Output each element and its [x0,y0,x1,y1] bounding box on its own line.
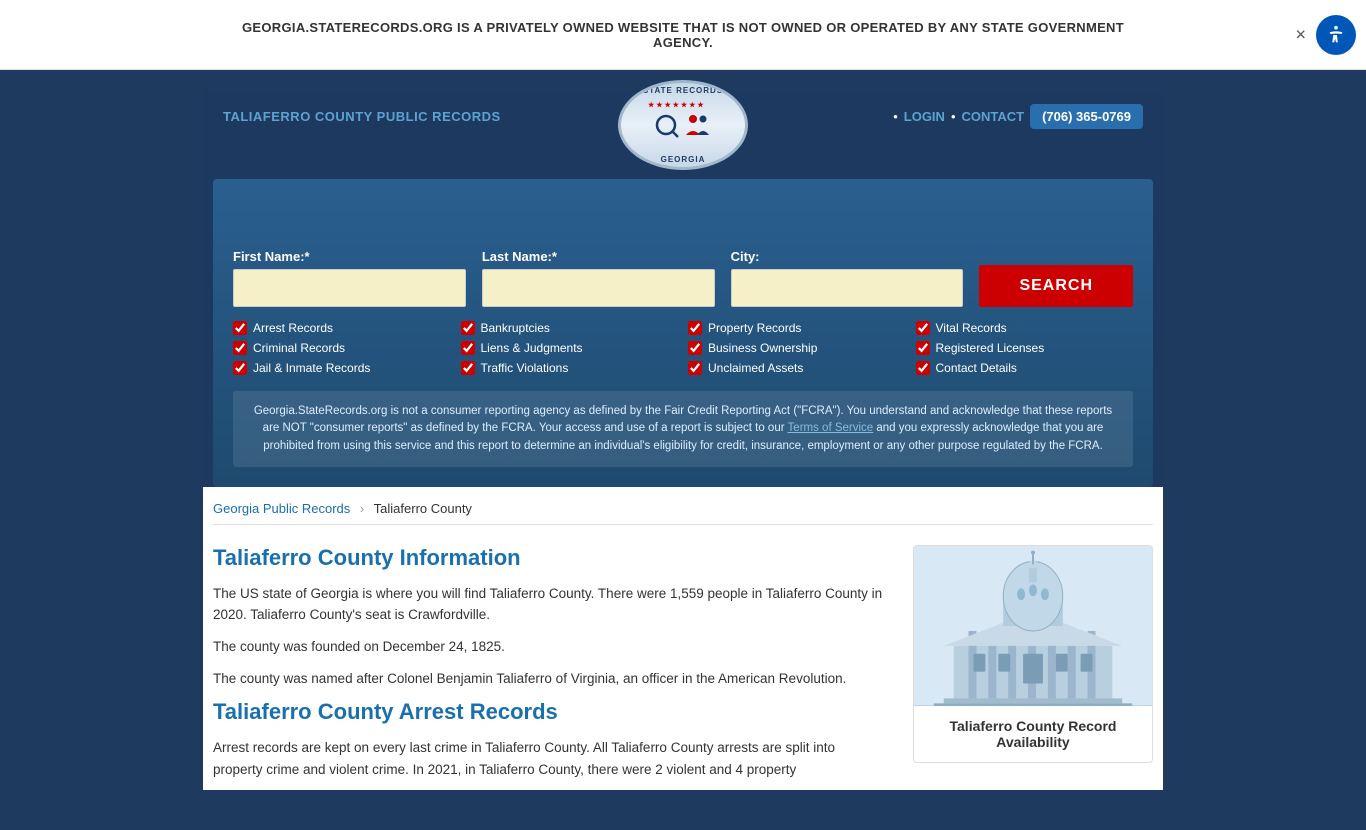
dot2: • [951,109,956,124]
capitol-building-svg [914,546,1152,706]
checkbox-item: Unclaimed Assets [688,361,906,375]
breadcrumb-current: Taliaferro County [374,501,472,516]
site-title: TALIAFERRO COUNTY PUBLIC RECORDS [223,109,501,124]
sidebar-column: Taliaferro County Record Availability [913,545,1153,791]
content-area: Georgia Public Records › Taliaferro Coun… [203,487,1163,791]
first-name-group: First Name:* [233,249,466,307]
checkbox-label: Bankruptcies [481,321,550,335]
checkbox-registered-licenses[interactable] [916,341,930,355]
breadcrumb: Georgia Public Records › Taliaferro Coun… [213,487,1153,525]
checkbox-item: Arrest Records [233,321,451,335]
checkbox-item: Contact Details [916,361,1134,375]
breadcrumb-parent-link[interactable]: Georgia Public Records [213,501,350,516]
checkbox-label: Business Ownership [708,341,817,355]
last-name-label: Last Name:* [482,249,715,264]
checkbox-traffic-violations[interactable] [461,361,475,375]
phone-button[interactable]: (706) 365-0769 [1030,104,1143,129]
section1-p2: The county was founded on December 24, 1… [213,636,883,658]
dot1: • [893,109,898,124]
section2-title: Taliaferro County Arrest Records [213,699,883,725]
checkbox-bankruptcies[interactable] [461,321,475,335]
checkbox-item: Property Records [688,321,906,335]
checkbox-business-ownership[interactable] [688,341,702,355]
main-column: Taliaferro County Information The US sta… [213,545,883,791]
contact-link[interactable]: CONTACT [962,109,1025,124]
search-button[interactable]: SEARCH [979,265,1133,307]
section2-p1: Arrest records are kept on every last cr… [213,737,883,780]
checkbox-unclaimed-assets[interactable] [688,361,702,375]
site-logo: STATE RECORDS ★ ★ ★ ★ ★ ★ ★ [618,80,748,170]
checkbox-label: Criminal Records [253,341,345,355]
close-banner-button[interactable]: × [1295,24,1306,45]
checkbox-label: Vital Records [936,321,1007,335]
first-name-label: First Name:* [233,249,466,264]
section1-p1: The US state of Georgia is where you wil… [213,583,883,626]
search-form-area: First Name:* Last Name:* City: SEARCH Ar… [213,179,1153,487]
accessibility-button[interactable] [1316,15,1356,55]
checkbox-label: Contact Details [936,361,1017,375]
checkbox-arrest-records[interactable] [233,321,247,335]
main-wrapper: TALIAFERRO COUNTY PUBLIC RECORDS • LOGIN… [0,70,1366,830]
checkbox-property-records[interactable] [688,321,702,335]
city-label: City: [731,249,964,264]
section1-title: Taliaferro County Information [213,545,883,571]
checkbox-item: Criminal Records [233,341,451,355]
checkbox-item: Liens & Judgments [461,341,679,355]
checkbox-label: Traffic Violations [481,361,569,375]
checkboxes-grid: Arrest Records Bankruptcies Property Recor… [233,321,1133,375]
checkbox-liens-&-judgments[interactable] [461,341,475,355]
checkbox-label: Registered Licenses [936,341,1045,355]
section1-p3: The county was named after Colonel Benja… [213,668,883,690]
checkbox-item: Vital Records [916,321,1134,335]
checkbox-label: Jail & Inmate Records [253,361,370,375]
header-nav: • LOGIN • CONTACT (706) 365-0769 [893,104,1143,129]
checkbox-item: Jail & Inmate Records [233,361,451,375]
tos-link[interactable]: Terms of Service [788,422,874,434]
logo-container: STATE RECORDS ★ ★ ★ ★ ★ ★ ★ [618,80,748,170]
sidebar-record-card: Taliaferro County Record Availability [913,545,1153,763]
sidebar-card-title: Taliaferro County Record Availability [914,706,1152,762]
top-banner: GEORGIA.STATERECORDS.ORG IS A PRIVATELY … [0,0,1366,70]
breadcrumb-separator: › [360,501,364,516]
search-card: TALIAFERRO COUNTY PUBLIC RECORDS • LOGIN… [203,90,1163,487]
checkbox-item: Registered Licenses [916,341,1134,355]
first-name-input[interactable] [233,269,466,307]
logo-bottom-text: GEORGIA [661,155,706,164]
city-group: City: [731,249,964,307]
logo-svg: ★ ★ ★ ★ ★ ★ ★ [638,97,728,147]
login-link[interactable]: LOGIN [904,109,945,124]
checkbox-item: Traffic Violations [461,361,679,375]
checkbox-criminal-records[interactable] [233,341,247,355]
sidebar-card-image [914,546,1152,706]
accessibility-icon [1325,24,1347,46]
last-name-group: Last Name:* [482,249,715,307]
disclaimer: Georgia.StateRecords.org is not a consum… [233,391,1133,467]
checkbox-vital-records[interactable] [916,321,930,335]
checkbox-label: Property Records [708,321,801,335]
checkbox-label: Unclaimed Assets [708,361,803,375]
checkbox-item: Business Ownership [688,341,906,355]
checkbox-label: Liens & Judgments [481,341,583,355]
last-name-input[interactable] [482,269,715,307]
banner-text: GEORGIA.STATERECORDS.ORG IS A PRIVATELY … [233,20,1133,50]
form-row: First Name:* Last Name:* City: SEARCH [233,249,1133,307]
svg-text:★ ★ ★ ★ ★ ★ ★: ★ ★ ★ ★ ★ ★ ★ [648,101,704,109]
checkbox-label: Arrest Records [253,321,333,335]
logo-icons: ★ ★ ★ ★ ★ ★ ★ [638,97,728,153]
checkbox-jail-&-inmate-records[interactable] [233,361,247,375]
logo-top-text: STATE RECORDS [643,86,723,95]
city-input[interactable] [731,269,964,307]
checkbox-item: Bankruptcies [461,321,679,335]
checkbox-contact-details[interactable] [916,361,930,375]
two-col-layout: Taliaferro County Information The US sta… [213,545,1153,791]
